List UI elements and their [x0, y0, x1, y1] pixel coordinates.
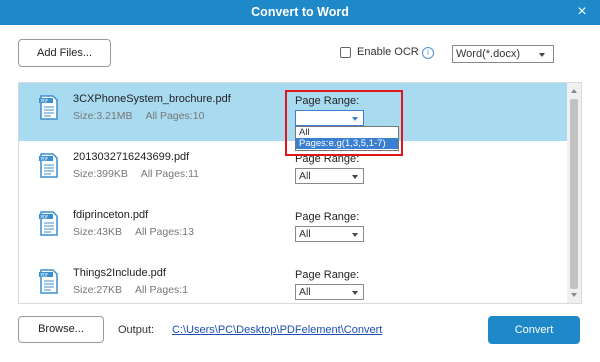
- pdf-file-icon: PDF: [39, 95, 58, 120]
- scroll-thumb[interactable]: [570, 99, 578, 289]
- title-bar: Convert to Word ×: [0, 0, 600, 25]
- file-meta: Size:43KB All Pages:13: [73, 226, 194, 238]
- page-range-label: Page Range:: [295, 211, 360, 223]
- scroll-up-icon[interactable]: [571, 89, 577, 93]
- page-range-value: All: [299, 286, 311, 298]
- file-size: Size:399KB: [73, 168, 128, 180]
- file-size: Size:27KB: [73, 284, 123, 296]
- page-range-value: All: [299, 228, 311, 240]
- enable-ocr-checkbox[interactable]: [340, 47, 351, 58]
- file-size: Size:3.21MB: [73, 110, 133, 122]
- dialog-title: Convert to Word: [251, 5, 349, 19]
- file-name: Things2Include.pdf: [73, 267, 166, 279]
- pdf-file-icon: PDF: [39, 269, 58, 294]
- enable-ocr-label: Enable OCR: [357, 46, 419, 58]
- pdf-file-icon: PDF: [39, 153, 58, 178]
- chevron-down-icon: [539, 53, 545, 57]
- file-pages: All Pages:11: [140, 168, 199, 180]
- info-icon[interactable]: i: [422, 47, 434, 59]
- vertical-scrollbar[interactable]: [567, 83, 581, 303]
- close-icon[interactable]: ×: [574, 2, 590, 22]
- page-range-label: Page Range:: [295, 269, 360, 281]
- file-meta: Size:399KB All Pages:11: [73, 168, 199, 180]
- convert-to-word-dialog: Convert to Word × Add Files... Enable OC…: [0, 0, 600, 362]
- chevron-down-icon: [352, 233, 358, 237]
- file-size: Size:43KB: [73, 226, 123, 238]
- chevron-down-icon: [352, 291, 358, 295]
- svg-text:PDF: PDF: [41, 98, 49, 103]
- svg-text:PDF: PDF: [41, 272, 49, 277]
- file-meta: Size:3.21MB All Pages:10: [73, 110, 204, 122]
- output-label: Output:: [118, 324, 155, 336]
- page-range-select[interactable]: All: [295, 284, 364, 300]
- file-pages: All Pages:10: [145, 110, 205, 122]
- file-row[interactable]: PDF fdiprinceton.pdf Size:43KB All Pages…: [19, 199, 567, 257]
- file-name: 2013032716243699.pdf: [73, 151, 190, 163]
- file-name: 3CXPhoneSystem_brochure.pdf: [73, 93, 231, 105]
- output-path-link[interactable]: C:\Users\PC\Desktop\PDFelement\Convert: [172, 324, 382, 336]
- page-range-select[interactable]: All: [295, 226, 364, 242]
- file-meta: Size:27KB All Pages:1: [73, 284, 188, 296]
- output-format-value: Word(*.docx): [456, 48, 520, 60]
- svg-text:PDF: PDF: [41, 156, 49, 161]
- add-files-button[interactable]: Add Files...: [18, 39, 111, 67]
- file-name: fdiprinceton.pdf: [73, 209, 149, 221]
- file-row[interactable]: PDF Things2Include.pdf Size:27KB All Pag…: [19, 257, 567, 303]
- page-range-value: All: [299, 170, 311, 182]
- pdf-file-icon: PDF: [39, 211, 58, 236]
- highlight-box: [285, 90, 403, 156]
- output-format-select[interactable]: Word(*.docx): [452, 45, 554, 63]
- page-range-select[interactable]: All: [295, 168, 364, 184]
- browse-button[interactable]: Browse...: [18, 316, 104, 343]
- convert-button[interactable]: Convert: [488, 316, 580, 344]
- chevron-down-icon: [352, 175, 358, 179]
- file-pages: All Pages:1: [134, 284, 189, 296]
- svg-text:PDF: PDF: [41, 214, 49, 219]
- file-pages: All Pages:13: [134, 226, 194, 238]
- scroll-down-icon[interactable]: [571, 293, 577, 297]
